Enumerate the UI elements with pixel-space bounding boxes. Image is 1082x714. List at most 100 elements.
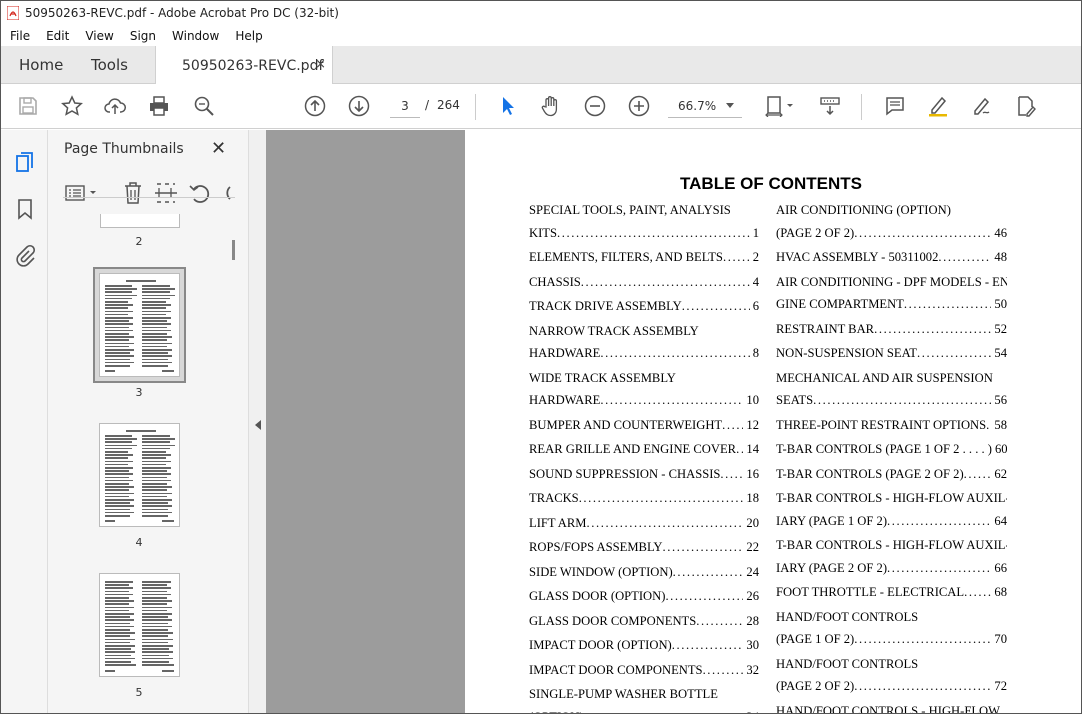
cloud-upload-icon[interactable] [101, 92, 129, 120]
thumbnail-text-line [105, 593, 134, 596]
toc-entry[interactable]: SIDE WINDOW (OPTION) ...................… [529, 560, 759, 585]
toc-entry-label: SEATS [776, 393, 814, 407]
hand-tool-icon[interactable] [537, 92, 565, 120]
thumbnail-options-icon[interactable] [64, 180, 100, 206]
toc-entry[interactable]: REAR GRILLE AND ENGINE COVER ...........… [529, 437, 759, 462]
thumbnail-page-4[interactable] [99, 423, 180, 527]
toc-leader-dots: ........................................… [963, 466, 992, 481]
toc-page-number: 54 [994, 346, 1007, 360]
panel-splitter[interactable] [248, 130, 266, 713]
thumbnail-page-2[interactable] [100, 214, 180, 228]
thumbnail-text-line [142, 511, 173, 514]
toc-entry[interactable]: AIR CONDITIONING (OPTION) (PAGE 2 OF 2) … [776, 198, 1007, 245]
page-thumbnails-icon[interactable] [13, 150, 37, 174]
toc-entry[interactable]: WIDE TRACK ASSEMBLY HARDWARE ...........… [529, 366, 759, 413]
toc-leader-dots: ........................................… [578, 491, 744, 505]
toc-entry[interactable]: T-BAR CONTROLS - HIGH-FLOW AUXIL- IARY (P… [776, 533, 1007, 580]
toc-entry[interactable]: NON-SUSPENSION SEAT ....................… [776, 341, 1007, 366]
highlight-pen-icon[interactable] [924, 92, 952, 120]
toc-entry[interactable]: IMPACT DOOR COMPONENTS .................… [529, 658, 759, 683]
toc-entry[interactable]: TRACK DRIVE ASSEMBLY ...................… [529, 294, 759, 319]
print-icon[interactable] [145, 92, 173, 120]
thumbnail-scrollbar[interactable] [226, 214, 242, 713]
menu-window[interactable]: Window [163, 29, 226, 43]
toc-entry[interactable]: RESTRAINT BAR ..........................… [776, 317, 1007, 342]
menu-file[interactable]: File [1, 29, 37, 43]
toc-entry[interactable]: T-BAR CONTROLS - HIGH-FLOW AUXIL- IARY (P… [776, 486, 1007, 533]
thumbnail-text-line [142, 587, 172, 589]
toc-leader-dots: ........................................… [557, 225, 750, 240]
comment-icon[interactable] [881, 92, 909, 120]
toc-entry-label: HARDWARE [529, 346, 601, 360]
toc-leader-dots: ........................................… [600, 346, 749, 360]
close-panel-icon[interactable]: ✕ [211, 138, 226, 159]
thumbnail-text-line [105, 648, 131, 650]
toc-entry[interactable]: HAND/FOOT CONTROLS (PAGE 1 OF 2) .......… [776, 605, 1007, 652]
rotate-left-icon[interactable] [187, 180, 213, 206]
toc-entry[interactable]: HAND/FOOT CONTROLS - HIGH-FLOW [776, 699, 1007, 714]
zoom-level-select[interactable]: 66.7% [668, 94, 742, 118]
collapse-panel-icon[interactable] [255, 420, 261, 430]
tab-document[interactable]: 50950263-REVC.pdf × [155, 46, 333, 85]
toc-entry[interactable]: GLASS DOOR COMPONENTS ..................… [529, 609, 759, 634]
toc-entry[interactable]: SINGLE-PUMP WASHER BOTTLE (OPTION) .....… [529, 682, 759, 713]
toc-entry[interactable]: MECHANICAL AND AIR SUSPENSION SEATS .....… [776, 366, 1007, 413]
toc-entry[interactable]: T-BAR CONTROLS (PAGE 2 OF 2) ...........… [776, 462, 1007, 487]
menu-edit[interactable]: Edit [37, 29, 76, 43]
thumbnail-text-line [105, 486, 134, 488]
toc-entry[interactable]: SOUND SUPPRESSION - CHASSIS ............… [529, 462, 759, 487]
thumbnail-text-line [105, 502, 130, 504]
thumbnail-text-line [142, 297, 171, 300]
next-page-icon[interactable] [345, 92, 373, 120]
toc-entry[interactable]: HAND/FOOT CONTROLS (PAGE 2 OF 2) .......… [776, 652, 1007, 699]
thumbnail-text-line [142, 288, 175, 290]
thumbnail-page-5[interactable] [99, 573, 180, 677]
save-icon[interactable] [14, 92, 42, 120]
sign-pen-icon[interactable] [968, 92, 996, 120]
toc-entry[interactable]: HVAC ASSEMBLY - 50311002 ...............… [776, 245, 1007, 270]
thumbnail-text-line [105, 457, 129, 459]
toc-entry[interactable]: GLASS DOOR (OPTION) ....................… [529, 584, 759, 609]
zoom-in-icon[interactable] [625, 92, 653, 120]
thumbnail-page-3[interactable] [99, 273, 180, 377]
toc-entry[interactable]: TRACKS .................................… [529, 486, 759, 511]
toc-entry[interactable]: SPECIAL TOOLS, PAINT, ANALYSIS KITS ....… [529, 198, 759, 245]
toc-entry[interactable]: CHASSIS ................................… [529, 270, 759, 295]
menu-view[interactable]: View [76, 29, 120, 43]
tab-tools[interactable]: Tools [91, 46, 128, 84]
toc-entry[interactable]: BUMPER AND COUNTERWEIGHT ...............… [529, 413, 759, 438]
page-fit-icon[interactable] [761, 92, 797, 120]
toc-entry[interactable]: AIR CONDITIONING - DPF MODELS - EN- GINE … [776, 270, 1007, 317]
star-icon[interactable] [58, 92, 86, 120]
toc-entry[interactable]: FOOT THROTTLE - ELECTRICAL .............… [776, 580, 1007, 605]
delete-icon[interactable] [120, 180, 146, 206]
thumbnail-text-line [105, 291, 133, 293]
zoom-out-icon[interactable] [581, 92, 609, 120]
toc-entry[interactable]: LIFT ARM ...............................… [529, 511, 759, 536]
edit-pdf-icon[interactable] [1012, 92, 1040, 120]
toc-leader-dots: ........................................… [696, 613, 744, 628]
toc-entry[interactable]: THREE-POINT RESTRAINT OPTIONS ..........… [776, 413, 1007, 438]
toc-entry-label: RESTRAINT BAR [776, 321, 875, 336]
close-tab-icon[interactable]: × [315, 57, 326, 72]
toc-entry[interactable]: ROPS/FOPS ASSEMBLY .....................… [529, 535, 759, 560]
toc-entry[interactable]: ELEMENTS, FILTERS, AND BELTS ...........… [529, 245, 759, 270]
menu-sign[interactable]: Sign [121, 29, 163, 43]
previous-page-icon[interactable] [301, 92, 329, 120]
scrollbar-thumb[interactable] [232, 240, 235, 260]
select-cursor-icon[interactable] [493, 92, 521, 120]
toc-entry[interactable]: T-BAR CONTROLS (PAGE 1 OF 2 . . . . ) ..… [776, 437, 1007, 462]
toc-entry[interactable]: IMPACT DOOR (OPTION) ...................… [529, 633, 759, 658]
rotate-right-icon[interactable] [220, 180, 232, 206]
scroll-mode-icon[interactable] [816, 92, 844, 120]
bookmark-icon[interactable] [13, 197, 37, 221]
toc-entry[interactable]: NARROW TRACK ASSEMBLY HARDWARE .........… [529, 319, 759, 366]
attachment-icon[interactable] [13, 244, 37, 268]
extract-pages-icon[interactable] [153, 180, 179, 206]
page-number-input[interactable] [390, 94, 420, 118]
zoom-search-icon[interactable] [190, 92, 218, 120]
menu-help[interactable]: Help [226, 29, 269, 43]
thumbnail-text-line [142, 622, 168, 625]
tab-home[interactable]: Home [19, 46, 63, 84]
toc-leader-dots: ........................................… [671, 638, 744, 652]
